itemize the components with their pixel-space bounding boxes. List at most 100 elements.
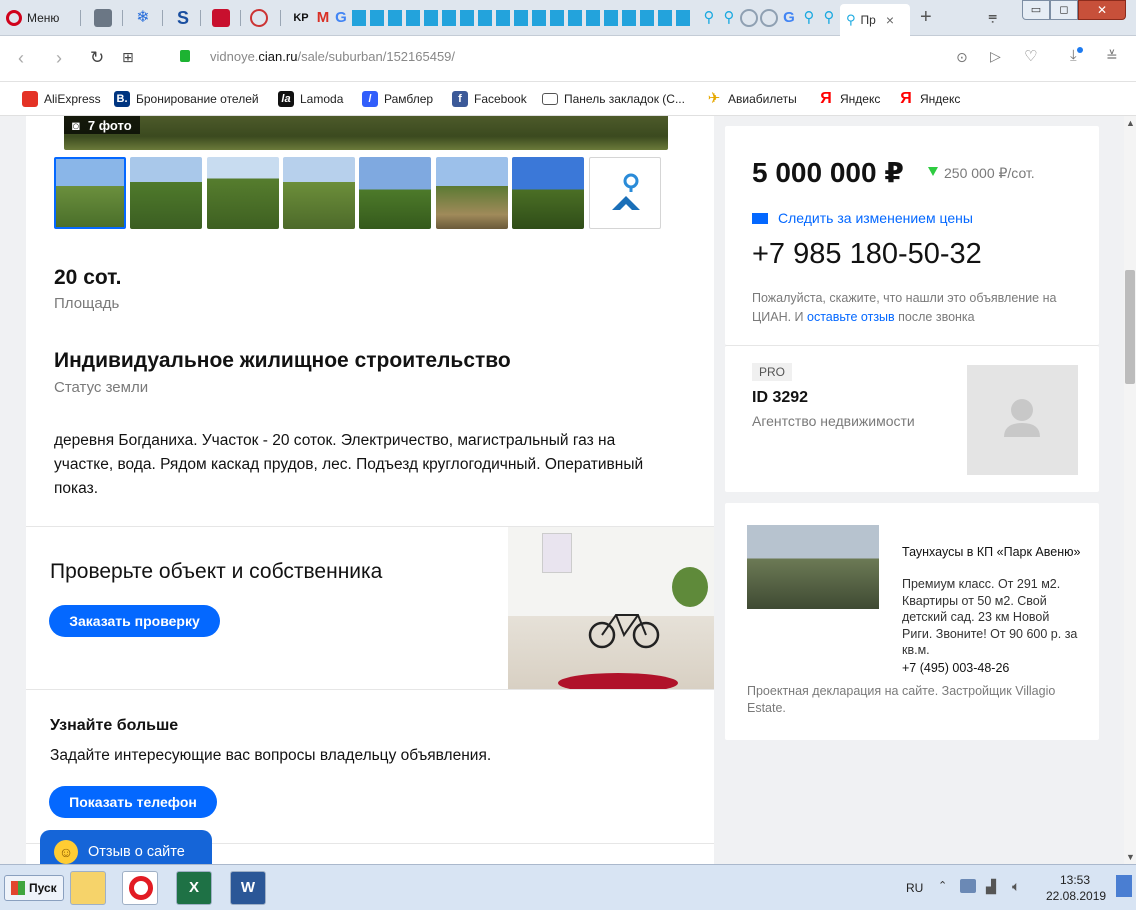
bookmark-booking[interactable]: B. Бронирование отелей	[114, 90, 259, 108]
photo-thumbnail[interactable]	[359, 157, 431, 229]
photo-thumbnail[interactable]	[283, 157, 355, 229]
scroll-thumb[interactable]	[1125, 270, 1135, 384]
close-window-button[interactable]: ✕	[1078, 0, 1126, 20]
photo-thumbnail[interactable]	[436, 157, 508, 229]
clock-time[interactable]: 13:53	[1060, 873, 1090, 887]
volume-icon[interactable]: 🔈︎	[1012, 878, 1020, 895]
tab-icon-pin[interactable]: ⚲	[820, 9, 838, 27]
bicycle-icon	[588, 614, 660, 649]
listing-description: деревня Богданиха. Участок - 20 соток. Э…	[54, 432, 644, 497]
bookmark-aliexpress[interactable]: AliExpress	[22, 90, 101, 108]
agent-avatar[interactable]	[967, 365, 1078, 475]
yandex-icon: Я	[820, 90, 832, 107]
address-bar-row: ‹ › ↻ ⊞ vidnoye.cian.ru/sale/suburban/15…	[0, 36, 1136, 82]
ad-title: Таунхаусы в КП «Парк Авеню»	[902, 545, 1081, 559]
show-phone-button[interactable]: Показать телефон	[49, 786, 217, 818]
tab-icon-ri[interactable]	[212, 9, 230, 27]
easy-setup-icon[interactable]: ≚	[1106, 48, 1118, 65]
learn-text: Задайте интересующие вас вопросы владель…	[50, 747, 492, 764]
price-card: 5 000 000 ₽ 250 000 ₽/сот. Следить за из…	[725, 126, 1099, 345]
photo-counter: ◙ 7 фото	[64, 116, 140, 134]
plane-icon: ✈	[707, 90, 721, 107]
call-note: Пожалуйста, скажите, что нашли это объяв…	[752, 291, 1057, 324]
language-indicator[interactable]: RU	[906, 881, 923, 895]
scroll-up-arrow[interactable]: ▲	[1126, 118, 1135, 128]
ad-card[interactable]: Таунхаусы в КП «Парк Авеню» Премиум клас…	[725, 503, 1099, 740]
aliexpress-icon	[22, 91, 38, 107]
bookmark-aviabilety[interactable]: ✈ Авиабилеты	[706, 90, 797, 108]
main-photo[interactable]: ◙ 7 фото	[64, 116, 668, 150]
learn-title: Узнайте больше	[50, 717, 179, 734]
explorer-folder-icon[interactable]	[70, 871, 106, 905]
follow-price-link[interactable]: Следить за изменением цены	[752, 210, 973, 226]
clock-date[interactable]: 22.08.2019	[1046, 889, 1106, 903]
pro-badge: PRO	[752, 363, 793, 381]
maximize-button[interactable]: ◻	[1050, 0, 1078, 20]
camera-icon: ◙	[72, 117, 80, 133]
tab-icon-google[interactable]: G	[780, 9, 798, 27]
download-icon[interactable]: ⤓	[1070, 47, 1083, 64]
show-desktop-button[interactable]	[1116, 875, 1132, 897]
tab-icon-s[interactable]: S	[174, 9, 192, 27]
forward-button[interactable]: ›	[56, 48, 62, 69]
phone-number[interactable]: +7 985 180-50-32	[752, 238, 982, 271]
tab-active[interactable]: ⚲ Пр ×	[840, 4, 910, 36]
tab-menu-icon[interactable]: ⩦	[988, 8, 997, 26]
opera-menu-button[interactable]: Меню	[6, 8, 59, 28]
feedback-widget[interactable]: ☺ Отзыв о сайте	[40, 830, 212, 864]
close-tab-icon[interactable]: ×	[886, 12, 894, 28]
ad-phone[interactable]: +7 (495) 003-48-26	[902, 661, 1009, 675]
tray-expand-icon[interactable]: ⌃	[938, 879, 947, 892]
agent-id[interactable]: ID 3292	[752, 389, 808, 407]
scroll-down-arrow[interactable]: ▼	[1126, 852, 1135, 862]
start-button[interactable]: Пуск	[4, 875, 64, 901]
tab-icon-strip[interactable]	[352, 10, 692, 26]
reload-icon[interactable]: ↻	[90, 48, 104, 68]
tab-icon-pin[interactable]: ⚲	[720, 9, 738, 27]
tab-icon-doc[interactable]	[94, 9, 112, 27]
tab-icon-gmail[interactable]: M	[314, 9, 332, 27]
minimize-button[interactable]: ▭	[1022, 0, 1050, 20]
excel-icon[interactable]: X	[176, 871, 212, 905]
heart-icon[interactable]: ♡	[1024, 47, 1037, 65]
snapshot-icon[interactable]: ⊙	[956, 49, 968, 66]
bookmark-yandex[interactable]: Я Яндекс	[898, 90, 960, 108]
bookmark-facebook[interactable]: f Facebook	[452, 90, 527, 108]
word-icon[interactable]: W	[230, 871, 266, 905]
photo-thumbnail[interactable]	[54, 157, 126, 229]
order-check-button[interactable]: Заказать проверку	[49, 605, 220, 637]
tab-icon-pin[interactable]: ⚲	[700, 9, 718, 27]
network-icon[interactable]	[960, 879, 976, 893]
send-icon[interactable]: ▷	[990, 48, 1001, 65]
map-thumbnail[interactable]	[589, 157, 661, 229]
bookmark-rambler[interactable]: / Рамблер	[362, 90, 433, 108]
photo-thumbnail[interactable]	[512, 157, 584, 229]
photo-thumbnail[interactable]	[207, 157, 279, 229]
tab-icon-eye[interactable]	[250, 9, 268, 27]
tab-icon-kp[interactable]: KP	[292, 9, 310, 27]
feedback-label: Отзыв о сайте	[88, 844, 185, 860]
active-tab-title: Пр	[860, 13, 876, 27]
signal-icon[interactable]: ▟	[986, 879, 996, 895]
tab-icon-pin[interactable]: ⚲	[800, 9, 818, 27]
new-tab-button[interactable]: +	[920, 6, 932, 29]
back-button[interactable]: ‹	[18, 48, 24, 69]
speed-dial-icon[interactable]: ⊞	[122, 49, 134, 66]
vertical-scrollbar[interactable]: ▲ ▼	[1124, 116, 1136, 864]
photo-thumbnail[interactable]	[130, 157, 202, 229]
bookmark-folder[interactable]: Панель закладок (С...	[542, 90, 685, 108]
bookmark-yandex[interactable]: Я Яндекс	[818, 90, 880, 108]
bookmark-lamoda[interactable]: la Lamoda	[278, 90, 343, 108]
url-field[interactable]: vidnoye.cian.ru/sale/suburban/152165459/	[210, 49, 455, 64]
folder-icon	[542, 93, 558, 105]
tab-icon-loading[interactable]	[760, 9, 778, 27]
map-pin-icon	[612, 173, 640, 210]
bookmarks-bar: AliExpress B. Бронирование отелей la Lamod…	[0, 82, 1136, 116]
opera-taskbar-icon[interactable]	[122, 871, 158, 905]
leave-review-link[interactable]: оставьте отзыв	[807, 310, 895, 324]
tab-icon-loading[interactable]	[740, 9, 758, 27]
tab-icon-google[interactable]: G	[332, 9, 350, 27]
ad-body: Премиум класс. От 291 м2. Квартиры от 50…	[902, 577, 1078, 657]
tab-icon-snowflake[interactable]: ❄	[134, 9, 152, 27]
window-controls: ▭ ◻ ✕	[1022, 0, 1130, 20]
